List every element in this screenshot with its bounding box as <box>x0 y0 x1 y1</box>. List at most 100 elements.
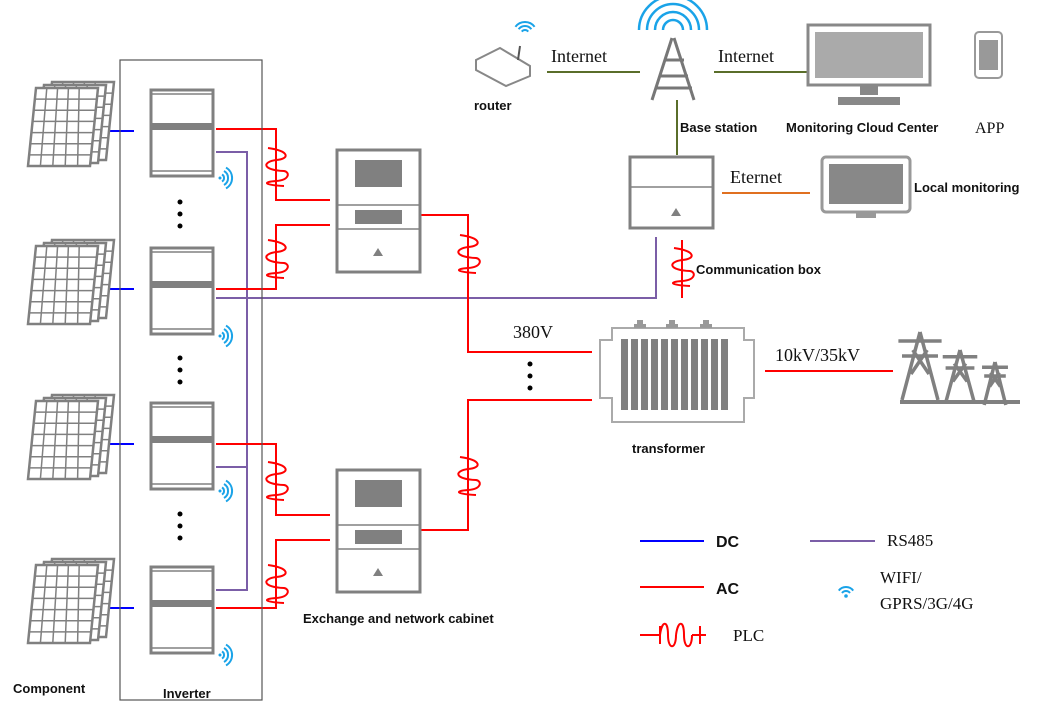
app-label: APP <box>975 120 1004 137</box>
power-tower-icon <box>898 331 1020 406</box>
transformer-bushing <box>634 320 646 328</box>
dot <box>177 511 183 517</box>
legend: DC RS485 AC WIFI/ GPRS/3G/4G PLC <box>640 531 974 645</box>
monitor-stand <box>860 85 878 95</box>
communication-box-label: Communication box <box>696 262 822 277</box>
transformer-bushing <box>666 320 678 328</box>
router-body <box>475 46 531 88</box>
legend-wifi-line2: GPRS/3G/4G <box>880 594 974 613</box>
dot <box>177 367 183 373</box>
router-antenna <box>517 45 521 61</box>
transformer-label: transformer <box>632 441 705 456</box>
dot <box>527 385 533 391</box>
internet-label-left: Internet <box>551 46 607 66</box>
legend-plc: PLC <box>733 626 764 645</box>
ellipsis-dots <box>177 355 183 385</box>
transformer-fin <box>651 339 658 410</box>
wifi-icon <box>218 643 234 667</box>
wifi-dot <box>844 594 848 598</box>
plc-coil-path <box>265 239 289 279</box>
wifi-arc <box>521 29 529 33</box>
communication-box-icon <box>628 155 715 230</box>
plc-coil-path <box>671 247 695 287</box>
signal-arc <box>661 18 685 31</box>
transformer-fin <box>681 339 688 410</box>
legend-rs485: RS485 <box>887 531 933 550</box>
tower-frame <box>650 37 696 101</box>
plc-coil-icon <box>671 247 695 287</box>
cabinet-label: Exchange and network cabinet <box>303 611 494 626</box>
local-monitoring-label: Local monitoring <box>914 180 1020 195</box>
ellipsis-dots <box>177 511 183 541</box>
dot <box>527 361 533 367</box>
transformer-fin <box>701 339 708 410</box>
plc-coil-path <box>457 456 481 496</box>
base-station-icon <box>637 0 709 101</box>
monitor-screen <box>829 164 903 204</box>
plc-coil-icon <box>265 564 289 604</box>
cloud-center-label: Monitoring Cloud Center <box>786 120 938 135</box>
cabinet-panel <box>355 210 402 224</box>
plc-coil-icon <box>457 234 481 274</box>
inverter-body <box>149 88 215 178</box>
inverter-icon <box>149 88 215 178</box>
rs485-line <box>216 151 248 591</box>
monitor-base <box>838 97 900 105</box>
legend-wifi-line1: WIFI/ <box>880 568 922 587</box>
dot <box>177 379 183 385</box>
voltage-380-label: 380V <box>513 322 553 342</box>
component-label: Component <box>13 681 86 696</box>
rs485-line <box>216 237 657 299</box>
inverter-body <box>149 565 215 655</box>
tower <box>898 331 942 401</box>
wifi-arc <box>221 331 226 341</box>
tower <box>942 349 978 404</box>
solar-panel-icon <box>26 80 116 168</box>
solar-panel-icon <box>26 557 116 645</box>
wifi-arc <box>841 590 851 594</box>
inverter-band <box>151 436 213 443</box>
dot <box>177 199 183 205</box>
solar-panel-icon <box>26 238 116 326</box>
plc-coil-icon <box>265 147 289 187</box>
world-map-screen <box>815 32 923 78</box>
cabinet-screen <box>355 160 402 187</box>
inverter-icon <box>149 246 215 336</box>
wifi-icon <box>218 479 234 503</box>
transformer-fin <box>711 339 718 410</box>
legend-dc: DC <box>716 534 740 551</box>
plc-coil-path <box>265 564 289 604</box>
wifi-arc <box>221 486 226 496</box>
base-station-label: Base station <box>680 120 757 135</box>
transformer-fin <box>621 339 628 410</box>
wifi-dot <box>218 489 222 493</box>
exchange-cabinet-top <box>335 148 422 274</box>
legend-wifi-icon <box>838 586 854 598</box>
inverter-band <box>151 281 213 288</box>
inverter-icon <box>149 401 215 491</box>
transformer-fin <box>661 339 668 410</box>
wifi-dot <box>218 176 222 180</box>
inverter-label: Inverter <box>163 686 211 701</box>
local-monitor-icon <box>820 155 912 218</box>
tower <box>982 361 1008 406</box>
transformer-icon <box>599 320 755 423</box>
eternet-label: Eternet <box>730 167 782 187</box>
wifi-arc <box>221 173 226 183</box>
plc-symbol <box>640 622 706 648</box>
dot <box>177 523 183 529</box>
plc-coil-icon <box>457 456 481 496</box>
wifi-icon <box>218 166 234 190</box>
dot <box>177 211 183 217</box>
ac-line <box>216 128 330 201</box>
ellipsis-dots <box>177 199 183 229</box>
plc-coil-path <box>265 461 289 501</box>
legend-ac: AC <box>716 581 740 598</box>
dot <box>177 223 183 229</box>
transformer-fin <box>691 339 698 410</box>
plc-coil-path <box>265 147 289 187</box>
ac-line <box>216 224 330 290</box>
dot <box>527 373 533 379</box>
internet-label-right: Internet <box>718 46 774 66</box>
plc-coil-icon <box>265 461 289 501</box>
